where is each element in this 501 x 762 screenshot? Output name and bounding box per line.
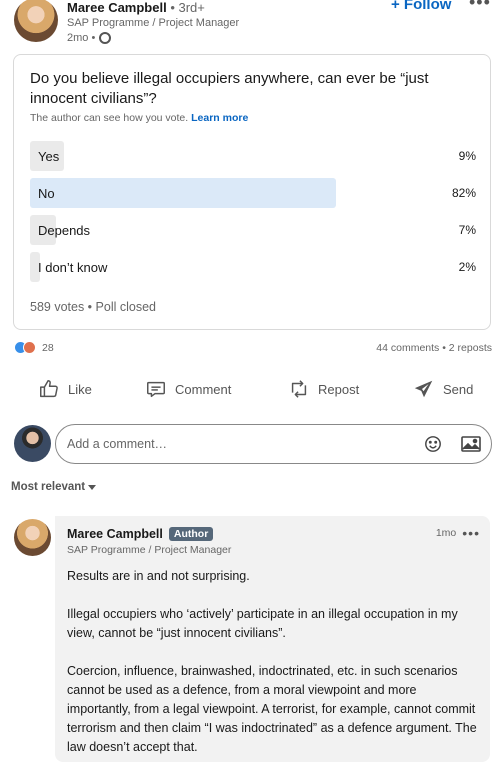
more-options-icon[interactable]: ••• [469, 0, 491, 13]
send-icon [414, 380, 433, 398]
add-comment-row: Add a comment… [14, 424, 492, 464]
like-label: Like [68, 381, 92, 397]
sort-label: Most relevant [11, 481, 86, 493]
comment-label: Comment [175, 381, 232, 397]
reaction-count[interactable]: 28 [42, 342, 54, 354]
connection-degree: • 3rd+ [166, 0, 205, 15]
image-icon[interactable] [461, 436, 481, 452]
poll-footer: 589 votes • Poll closed [30, 300, 156, 314]
like-button[interactable]: Like [38, 378, 92, 400]
post-time: 2mo • [67, 32, 96, 44]
viewer-avatar [14, 425, 51, 462]
comment-item: Maree Campbell Author SAP Programme / Pr… [14, 516, 490, 762]
learn-more-link[interactable]: Learn more [191, 112, 248, 124]
comment-bubble: Maree Campbell Author SAP Programme / Pr… [55, 516, 490, 762]
author-title: SAP Programme / Project Manager [67, 17, 240, 29]
send-label: Send [443, 381, 474, 397]
poll-note: The author can see how you vote. Learn m… [30, 112, 248, 124]
action-bar: Like Comment Repost Send [0, 372, 501, 408]
comment-paragraph: Coercion, influence, brainwashed, indoct… [67, 664, 477, 754]
poll-option-label: I don’t know [38, 260, 108, 275]
comment-meta: 1mo ••• [436, 525, 480, 541]
author-name[interactable]: Maree Campbell • 3rd+ [67, 0, 205, 15]
comment-paragraph: Results are in and not surprising. [67, 569, 250, 583]
caret-down-icon [88, 484, 97, 490]
poll-option[interactable]: Depends 7% [30, 215, 476, 245]
poll-option[interactable]: Yes 9% [30, 141, 476, 171]
comment-more-icon[interactable]: ••• [462, 525, 480, 541]
reactions[interactable] [14, 341, 40, 355]
poll-option-label: Yes [38, 149, 60, 164]
comment-placeholder: Add a comment… [67, 437, 168, 451]
globe-icon [99, 32, 112, 44]
poll-option-percent: 82% [451, 186, 476, 200]
comment-input[interactable]: Add a comment… [55, 424, 492, 464]
commenter-title: SAP Programme / Project Manager [67, 544, 232, 556]
poll-question: Do you believe illegal occupiers anywher… [30, 70, 429, 107]
post-header: Maree Campbell • 3rd+ SAP Programme / Pr… [14, 0, 494, 46]
poll-option-label: Depends [38, 223, 91, 238]
author-avatar[interactable] [14, 0, 58, 42]
follow-button[interactable]: + Follow [391, 0, 451, 13]
love-reaction-icon [23, 341, 36, 354]
comment-repost-stats[interactable]: 44 comments • 2 reposts [376, 342, 492, 354]
poll-card: Do you believe illegal occupiers anywher… [13, 54, 491, 330]
emoji-icon[interactable] [424, 435, 442, 453]
post-meta: 2mo • [67, 32, 112, 44]
repost-button[interactable]: Repost [288, 378, 359, 400]
poll-note-text: The author can see how you vote. [30, 112, 189, 124]
commenter-name-row: Maree Campbell Author [67, 527, 214, 541]
poll-option-percent: 2% [458, 260, 476, 274]
author-badge: Author [168, 527, 214, 541]
comment-icon [147, 381, 165, 398]
comment-time: 1mo [435, 527, 457, 539]
send-button[interactable]: Send [413, 378, 473, 400]
thumbs-up-icon [40, 380, 58, 398]
poll-option-bar [30, 178, 336, 208]
social-counts: 28 44 comments • 2 reposts [14, 340, 492, 356]
poll-option[interactable]: No 82% [30, 178, 476, 208]
poll-option-percent: 9% [458, 149, 476, 163]
poll-option[interactable]: I don’t know 2% [30, 252, 476, 282]
repost-label: Repost [318, 381, 360, 397]
commenter-avatar[interactable] [14, 519, 51, 556]
poll-option-label: No [38, 186, 55, 201]
comment-button[interactable]: Comment [145, 378, 231, 400]
commenter-name[interactable]: Maree Campbell [67, 527, 163, 541]
author-name-text[interactable]: Maree Campbell [67, 0, 167, 15]
sort-dropdown[interactable]: Most relevant [11, 481, 97, 493]
repost-icon [291, 380, 307, 398]
comment-paragraph: Illegal occupiers who ‘actively’ partici… [67, 607, 458, 640]
comment-body: Results are in and not surprising. Illeg… [67, 567, 482, 762]
poll-option-percent: 7% [458, 223, 476, 237]
